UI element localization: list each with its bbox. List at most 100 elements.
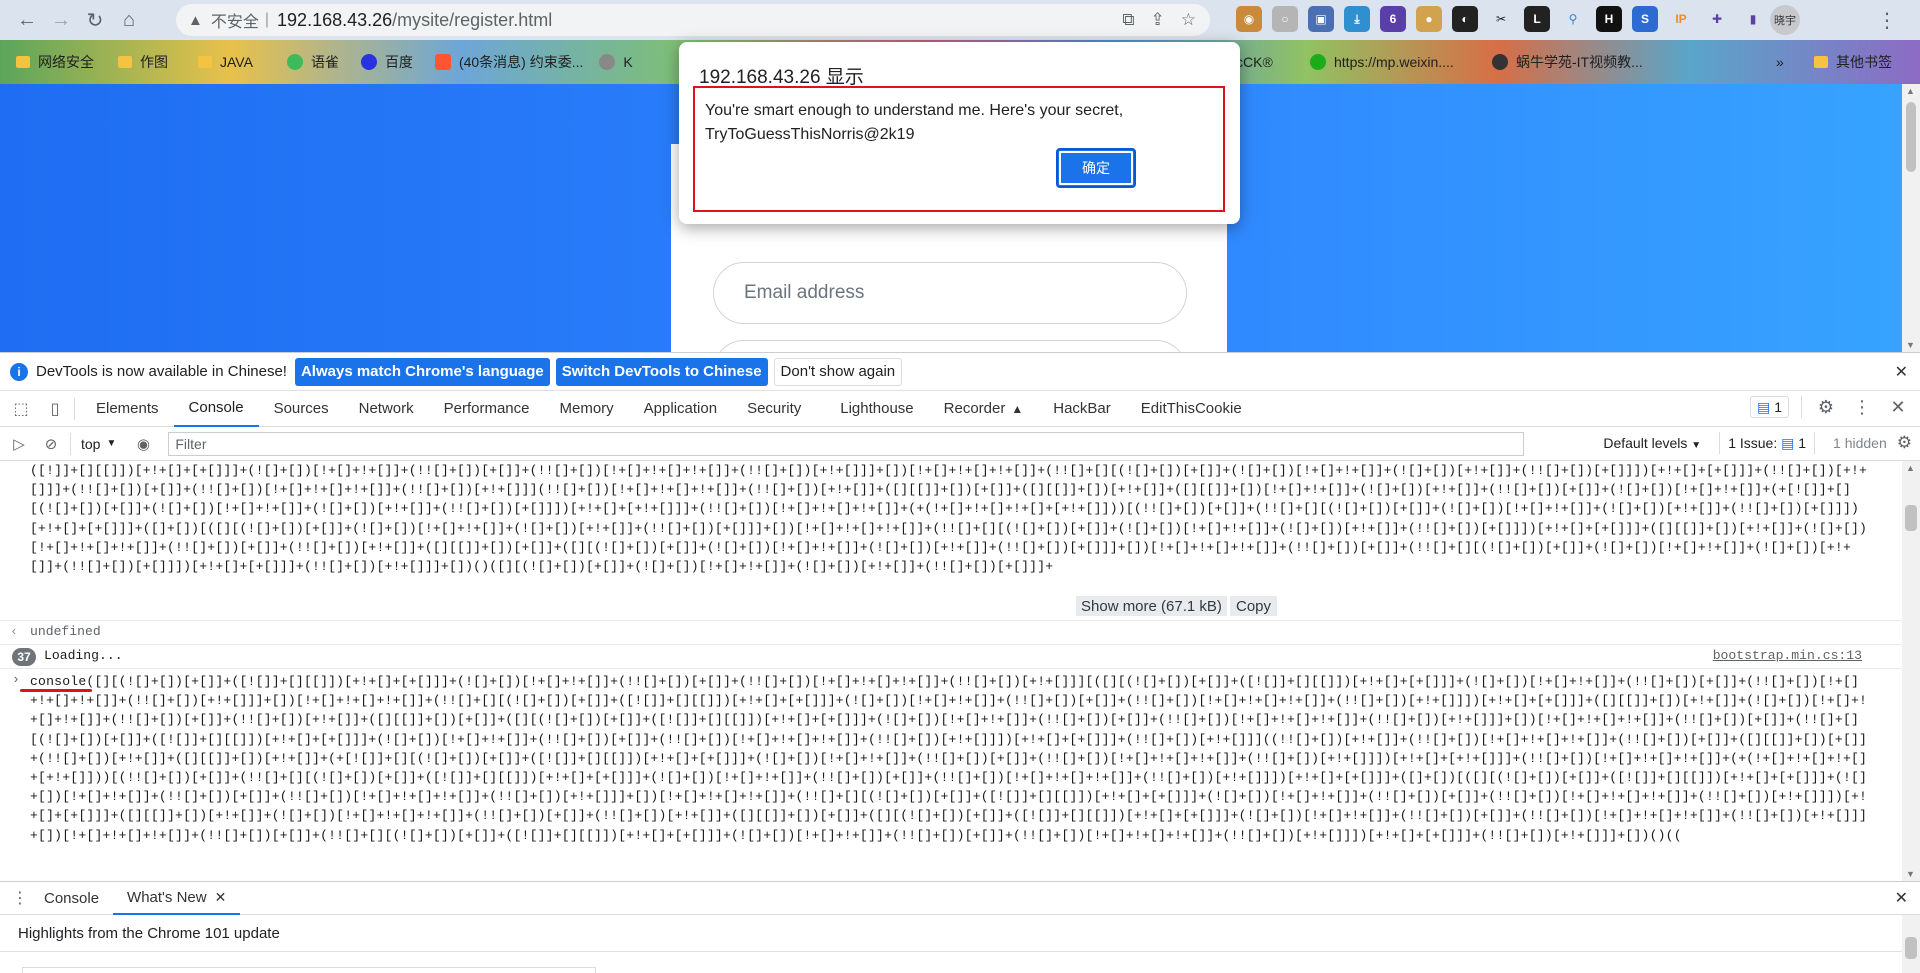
scroll-down-icon[interactable]: ▼ xyxy=(1906,340,1915,350)
ext-scissors-icon[interactable]: ✂ xyxy=(1488,6,1514,32)
context-label: top xyxy=(81,435,101,452)
scrollbar-thumb[interactable] xyxy=(1905,505,1917,531)
tab-editthiscookie[interactable]: EditThisCookie xyxy=(1126,391,1257,427)
ext-hat-icon[interactable]: 6 xyxy=(1380,6,1406,32)
device-toolbar-icon[interactable]: ▯ xyxy=(42,396,68,422)
switch-language-button[interactable]: Switch DevTools to Chinese xyxy=(555,357,768,386)
scroll-down-icon[interactable]: ▼ xyxy=(1906,869,1915,879)
tab-application[interactable]: Application xyxy=(629,391,732,427)
scroll-up-icon[interactable]: ▲ xyxy=(1906,463,1915,473)
alert-ok-button[interactable]: 确定 xyxy=(1056,148,1136,188)
bookmark-item[interactable]: JAVA xyxy=(198,54,253,70)
divider xyxy=(74,397,75,420)
ext-download-icon[interactable]: ⤓ xyxy=(1344,6,1370,32)
profile-avatar[interactable]: 晓宇 xyxy=(1770,5,1800,35)
close-drawer-icon[interactable]: ✕ xyxy=(1895,888,1908,908)
home-button[interactable]: ⌂ xyxy=(112,3,146,37)
tab-hackbar[interactable]: HackBar xyxy=(1038,391,1126,427)
bookmark-item[interactable]: 蜗牛学苑-IT视频教... xyxy=(1492,52,1643,72)
bookmark-item[interactable]: 网络安全 xyxy=(16,52,94,72)
scrollbar-thumb[interactable] xyxy=(1906,102,1916,172)
bookmark-item[interactable]: (40条消息) 约束委... xyxy=(434,52,583,72)
tab-recorder[interactable]: Recorder ▲ xyxy=(929,391,1039,427)
ext-h-icon[interactable]: H xyxy=(1596,6,1622,32)
forward-button[interactable]: → xyxy=(44,3,78,37)
close-devtools-icon[interactable]: ✕ xyxy=(1886,397,1910,418)
side-panel-icon[interactable]: ▮ xyxy=(1740,6,1766,32)
extensions-puzzle-icon[interactable]: ✚ xyxy=(1704,6,1730,32)
console-input-text[interactable]: console([][(![]+[])[+[]]+([![]]+[][[]])[… xyxy=(30,672,1870,881)
scrollbar-thumb[interactable] xyxy=(1905,937,1917,959)
console-filter-input[interactable] xyxy=(168,431,1525,456)
ext-pin-icon[interactable]: ⚲ xyxy=(1560,6,1586,32)
share-icon[interactable]: ⇪ xyxy=(1151,10,1165,30)
console-result-row: ‹ undefined xyxy=(0,621,1902,645)
copy-button[interactable]: Copy xyxy=(1230,596,1278,616)
ext-mask-icon[interactable]: ◐ xyxy=(1452,6,1478,32)
scroll-up-icon[interactable]: ▲ xyxy=(1906,86,1915,96)
drawer-tab-whats-new[interactable]: What's New ✕ xyxy=(113,881,241,915)
console-toolbar: ▷ ⊘ top ▼ ◉ Default levels ▼ 1 Issue: ▤ 1… xyxy=(0,427,1920,461)
ext-circle-icon[interactable]: ○ xyxy=(1272,6,1298,32)
ext-save-icon[interactable]: ▣ xyxy=(1308,6,1334,32)
context-selector[interactable]: top ▼ xyxy=(81,436,116,452)
bookmark-item[interactable]: https://mp.weixin.... xyxy=(1310,54,1454,70)
tab-sources[interactable]: Sources xyxy=(259,391,344,427)
log-text: Loading... xyxy=(44,648,123,663)
flask-icon: ▲ xyxy=(1011,401,1024,416)
bookmark-item[interactable]: 语雀 xyxy=(286,52,339,72)
close-icon[interactable]: ✕ xyxy=(1895,362,1908,382)
console-input-row[interactable]: › console([][(![]+[])[+[]]+([![]]+[][[]]… xyxy=(0,669,1902,881)
inspect-element-icon[interactable]: ⬚ xyxy=(8,396,34,422)
log-levels-dropdown[interactable]: Default levels ▼ xyxy=(1603,435,1701,451)
drawer-menu-icon[interactable]: ⋮ xyxy=(10,888,30,908)
ext-l-icon[interactable]: L xyxy=(1524,6,1550,32)
address-bar[interactable]: ▲ 不安全 | 192.168.43.26/mysite/register.ht… xyxy=(176,4,1210,36)
close-tab-icon[interactable]: ✕ xyxy=(215,889,227,906)
divider xyxy=(1719,432,1721,454)
issues-badge[interactable]: ▤ 1 xyxy=(1749,396,1789,418)
ext-ip-icon[interactable]: IP xyxy=(1668,6,1694,32)
kebab-menu-icon[interactable]: ⋮ xyxy=(1850,397,1874,418)
browser-menu-button[interactable]: ⋮ xyxy=(1870,3,1904,37)
drawer-tab-console[interactable]: Console xyxy=(30,881,113,915)
email-input[interactable]: Email address xyxy=(713,262,1187,324)
tab-elements[interactable]: Elements xyxy=(81,391,174,427)
ext-cookie-icon[interactable]: ● xyxy=(1416,6,1442,32)
tab-console[interactable]: Console xyxy=(173,391,259,427)
back-button[interactable]: ← xyxy=(10,3,44,37)
tab-performance[interactable]: Performance xyxy=(429,391,545,427)
bookmark-item[interactable]: 作图 xyxy=(118,52,168,72)
alert-dialog: 192.168.43.26 显示 You're smart enough to … xyxy=(679,42,1240,224)
bookmark-item[interactable]: K xyxy=(599,54,633,70)
ext-owl-icon[interactable]: ◉ xyxy=(1236,6,1262,32)
match-language-button[interactable]: Always match Chrome's language xyxy=(294,357,550,386)
tab-lighthouse[interactable]: Lighthouse xyxy=(816,391,928,427)
infobar-message: DevTools is now available in Chinese! xyxy=(36,363,287,380)
sidebar-toggle-icon[interactable]: ▷ xyxy=(6,431,32,457)
dont-show-again-button[interactable]: Don't show again xyxy=(773,357,903,386)
ext-s-icon[interactable]: S xyxy=(1632,6,1658,32)
tab-memory[interactable]: Memory xyxy=(545,391,629,427)
drawer-scrollbar[interactable] xyxy=(1902,915,1920,973)
password-input[interactable] xyxy=(713,340,1187,352)
source-link[interactable]: bootstrap.min.cs:13 xyxy=(1713,648,1862,663)
bookmark-item[interactable]: cCK® xyxy=(1236,54,1273,70)
console-scrollbar[interactable]: ▲ ▼ xyxy=(1902,461,1920,881)
tab-network[interactable]: Network xyxy=(344,391,429,427)
bookmark-item[interactable]: 百度 xyxy=(360,52,413,72)
live-expression-eye-icon[interactable]: ◉ xyxy=(130,431,156,457)
page-scrollbar[interactable]: ▲ ▼ xyxy=(1902,84,1920,352)
reload-button[interactable]: ↻ xyxy=(78,3,112,37)
bookmarks-overflow[interactable]: » xyxy=(1776,54,1784,70)
show-more-button[interactable]: Show more (67.1 kB) xyxy=(1076,596,1227,616)
other-bookmarks[interactable]: 其他书签 xyxy=(1814,52,1892,72)
clear-console-icon[interactable]: ⊘ xyxy=(38,431,64,457)
csdn-icon xyxy=(434,54,451,70)
bookmark-star-icon[interactable]: ☆ xyxy=(1181,10,1196,30)
settings-gear-icon[interactable]: ⚙ xyxy=(1814,397,1838,418)
console-settings-icon[interactable]: ⚙ xyxy=(1897,433,1912,453)
issues-link[interactable]: 1 Issue: ▤ 1 xyxy=(1728,435,1806,452)
tab-security[interactable]: Security xyxy=(732,391,816,427)
translate-icon[interactable]: ⧉ xyxy=(1122,10,1134,30)
